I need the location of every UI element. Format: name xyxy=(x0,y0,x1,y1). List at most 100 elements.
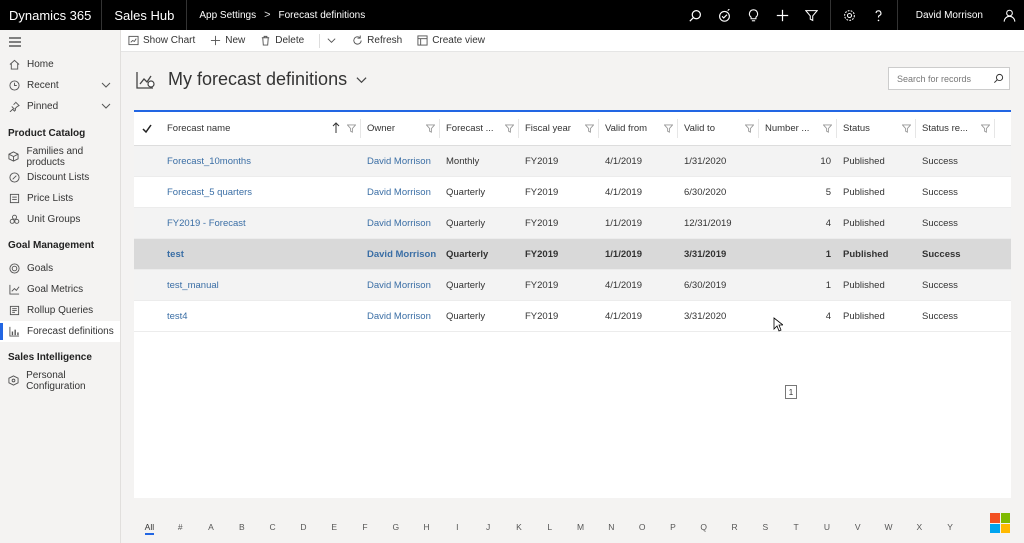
cell-owner[interactable]: David Morrison xyxy=(361,311,440,322)
view-selector[interactable]: My forecast definitions xyxy=(136,69,367,90)
cell-owner[interactable]: David Morrison xyxy=(361,187,440,198)
filter-icon[interactable] xyxy=(585,124,594,133)
gear-icon[interactable] xyxy=(835,0,864,30)
alpha-filter-w[interactable]: W xyxy=(873,522,904,532)
alpha-filter-r[interactable]: R xyxy=(719,522,750,532)
user-profile-icon[interactable] xyxy=(995,0,1024,30)
alpha-filter-g[interactable]: G xyxy=(380,522,411,532)
search-icon[interactable] xyxy=(681,0,710,30)
filter-icon[interactable] xyxy=(505,124,514,133)
filter-icon[interactable] xyxy=(797,0,826,30)
alpha-filter-d[interactable]: D xyxy=(288,522,319,532)
search-icon[interactable] xyxy=(993,73,1004,84)
column-header-forecast-name[interactable]: Forecast name xyxy=(161,119,361,138)
alpha-filter-t[interactable]: T xyxy=(781,522,812,532)
alpha-filter-k[interactable]: K xyxy=(504,522,535,532)
alpha-filter-a[interactable]: A xyxy=(196,522,227,532)
alpha-filter-u[interactable]: U xyxy=(812,522,843,532)
table-row[interactable]: test4 David Morrison Quarterly FY2019 4/1/20… xyxy=(134,301,1011,332)
column-header-valid-from[interactable]: Valid from xyxy=(599,119,678,138)
alpha-filter-x[interactable]: X xyxy=(904,522,935,532)
sidebar-item-recent[interactable]: Recent xyxy=(0,75,120,96)
table-row[interactable]: Forecast_5 quarters David Morrison Quarter… xyxy=(134,177,1011,208)
column-header-owner[interactable]: Owner xyxy=(361,119,440,138)
table-row[interactable]: test_manual David Morrison Quarterly FY2019… xyxy=(134,270,1011,301)
user-name[interactable]: David Morrison xyxy=(902,10,995,21)
sidebar-item-goals[interactable]: Goals xyxy=(0,258,120,279)
cell-forecast-name[interactable]: test_manual xyxy=(161,280,361,291)
cell-forecast-name[interactable]: FY2019 - Forecast xyxy=(161,218,361,229)
alpha-filter-f[interactable]: F xyxy=(350,522,381,532)
alpha-filter-all[interactable]: All xyxy=(134,522,165,535)
hamburger-menu-icon[interactable] xyxy=(0,30,120,54)
filter-icon[interactable] xyxy=(426,124,435,133)
column-header-status-reason[interactable]: Status re... xyxy=(916,119,995,138)
new-button[interactable]: New xyxy=(210,35,252,46)
cell-owner[interactable]: David Morrison xyxy=(361,280,440,291)
show-chart-button[interactable]: Show Chart xyxy=(128,35,202,46)
alpha-filter-j[interactable]: J xyxy=(473,522,504,532)
filter-icon[interactable] xyxy=(664,124,673,133)
alpha-filter-m[interactable]: M xyxy=(565,522,596,532)
table-row[interactable]: test David Morrison Quarterly FY2019 1/1/201… xyxy=(134,239,1011,270)
column-header-forecast-period[interactable]: Forecast ... xyxy=(440,119,519,138)
sidebar-item-goal-metrics[interactable]: Goal Metrics xyxy=(0,279,120,300)
sidebar-item-families-and-products[interactable]: Families and products xyxy=(0,146,120,168)
filter-icon[interactable] xyxy=(745,124,754,133)
filter-icon[interactable] xyxy=(347,124,356,133)
alpha-filter-b[interactable]: B xyxy=(226,522,257,532)
alpha-filter-p[interactable]: P xyxy=(658,522,689,532)
column-header-valid-to[interactable]: Valid to xyxy=(678,119,759,138)
alpha-filter-i[interactable]: I xyxy=(442,522,473,532)
help-icon[interactable] xyxy=(864,0,893,30)
sidebar-item-unit-groups[interactable]: Unit Groups xyxy=(0,209,120,230)
column-header-fiscal-year[interactable]: Fiscal year xyxy=(519,119,599,138)
plus-icon[interactable] xyxy=(768,0,797,30)
alpha-filter-s[interactable]: S xyxy=(750,522,781,532)
table-row[interactable]: Forecast_10months David Morrison Monthly FY… xyxy=(134,146,1011,177)
sidebar-item-forecast-definitions[interactable]: Forecast definitions xyxy=(0,321,120,342)
breadcrumb-forecast-definitions[interactable]: Forecast definitions xyxy=(279,10,366,21)
filter-icon[interactable] xyxy=(981,124,990,133)
app-name-sales-hub[interactable]: Sales Hub xyxy=(102,0,188,30)
alpha-filter-e[interactable]: E xyxy=(319,522,350,532)
lightbulb-icon[interactable] xyxy=(739,0,768,30)
chevron-down-icon[interactable] xyxy=(101,101,111,111)
more-commands-button[interactable] xyxy=(326,35,344,46)
select-all-checkbox[interactable] xyxy=(134,119,161,138)
breadcrumb-app-settings[interactable]: App Settings xyxy=(199,10,256,21)
sidebar-item-price-lists[interactable]: Price Lists xyxy=(0,188,120,209)
alpha-filter-c[interactable]: C xyxy=(257,522,288,532)
refresh-button[interactable]: Refresh xyxy=(352,35,409,46)
cell-owner[interactable]: David Morrison xyxy=(361,156,440,167)
alpha-filter-h[interactable]: H xyxy=(411,522,442,532)
alpha-filter-n[interactable]: N xyxy=(596,522,627,532)
alpha-filter-q[interactable]: Q xyxy=(688,522,719,532)
sidebar-item-personal-configuration[interactable]: Personal Configuration xyxy=(0,370,120,392)
cell-owner[interactable]: David Morrison xyxy=(361,218,440,229)
alpha-filter-l[interactable]: L xyxy=(534,522,565,532)
cell-forecast-name[interactable]: test xyxy=(161,249,361,260)
dynamics-365-brand[interactable]: Dynamics 365 xyxy=(0,0,103,30)
alpha-filter-y[interactable]: Y xyxy=(935,522,966,532)
delete-button[interactable]: Delete xyxy=(260,35,311,46)
sidebar-item-pinned[interactable]: Pinned xyxy=(0,96,120,117)
cell-forecast-name[interactable]: Forecast_10months xyxy=(161,156,361,167)
sidebar-item-rollup-queries[interactable]: Rollup Queries xyxy=(0,300,120,321)
chevron-down-icon[interactable] xyxy=(101,80,111,90)
filter-icon[interactable] xyxy=(902,124,911,133)
search-input[interactable]: Search for records xyxy=(888,67,1010,90)
alpha-filter-number[interactable]: # xyxy=(165,522,196,532)
cell-owner[interactable]: David Morrison xyxy=(361,249,440,260)
sidebar-item-discount-lists[interactable]: Discount Lists xyxy=(0,167,120,188)
table-row[interactable]: FY2019 - Forecast David Morrison Quarterly… xyxy=(134,208,1011,239)
alpha-filter-o[interactable]: O xyxy=(627,522,658,532)
sidebar-item-home[interactable]: Home xyxy=(0,54,120,75)
alpha-filter-v[interactable]: V xyxy=(842,522,873,532)
cell-forecast-name[interactable]: test4 xyxy=(161,311,361,322)
cell-forecast-name[interactable]: Forecast_5 quarters xyxy=(161,187,361,198)
task-flow-icon[interactable] xyxy=(710,0,739,30)
column-header-status[interactable]: Status xyxy=(837,119,916,138)
create-view-button[interactable]: Create view xyxy=(417,35,492,46)
filter-icon[interactable] xyxy=(823,124,832,133)
